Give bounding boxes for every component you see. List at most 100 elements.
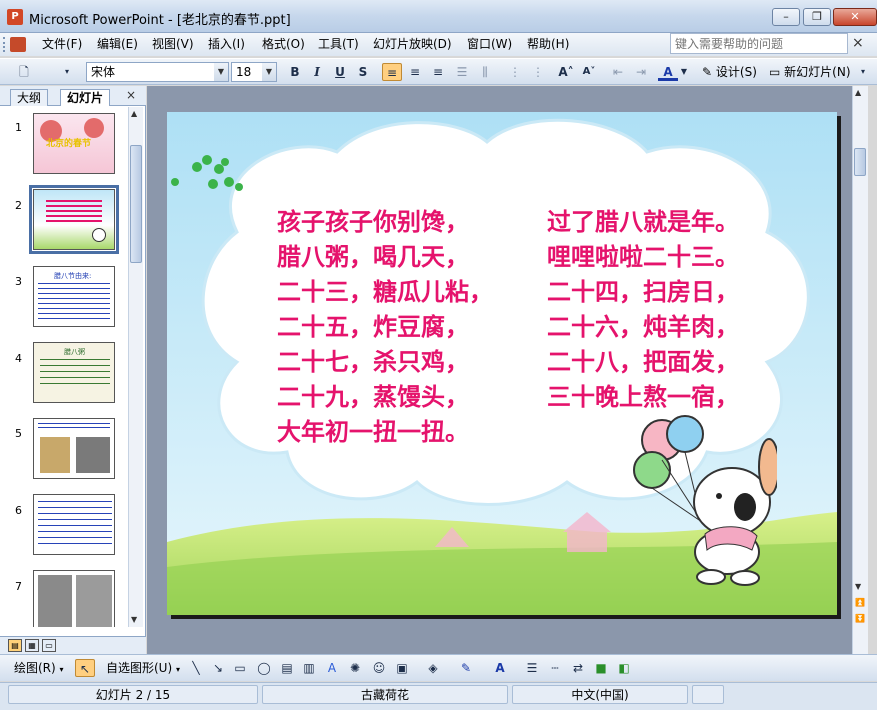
- font-size-select[interactable]: 18 ▼: [231, 62, 277, 82]
- italic-button[interactable]: I: [307, 63, 327, 81]
- menu-format[interactable]: 格式(O): [258, 36, 309, 53]
- line-icon[interactable]: ╲: [186, 659, 206, 677]
- chevron-down-icon[interactable]: ▼: [679, 63, 689, 81]
- poem-right: 二十八，把面发，: [547, 347, 739, 376]
- scrollbar-thumb[interactable]: [854, 148, 866, 176]
- slide-sorter-icon[interactable]: ▦: [25, 639, 39, 652]
- oval-icon[interactable]: ◯: [254, 659, 274, 677]
- slides-pane: 大纲 幻灯片 × 1 北京的春节 2 3 腊八节由来: 4 腊八粥 5 6 7 …: [0, 86, 146, 654]
- close-button[interactable]: ✕: [833, 8, 877, 26]
- wordart-icon[interactable]: A: [322, 659, 342, 677]
- font-color-icon[interactable]: A: [490, 659, 510, 677]
- thumbnail-scrollbar[interactable]: ▲ ▼: [128, 107, 143, 627]
- arrow-style-icon[interactable]: ⇄: [568, 659, 588, 677]
- distribute-icon[interactable]: ⫼: [475, 63, 495, 81]
- decrease-font-icon[interactable]: A˅: [579, 63, 599, 81]
- decrease-indent-icon[interactable]: ⇤: [608, 63, 628, 81]
- line-color-icon[interactable]: ✎: [456, 659, 476, 677]
- slideshow-icon[interactable]: ▭: [42, 639, 56, 652]
- menubar-grip[interactable]: [3, 37, 6, 52]
- menu-tools[interactable]: 工具(T): [314, 36, 363, 53]
- line-style-icon[interactable]: ☰: [522, 659, 542, 677]
- font-color-button[interactable]: A: [658, 63, 678, 81]
- scroll-down-icon[interactable]: ▼: [131, 615, 137, 624]
- slide-thumbnail-7[interactable]: [33, 570, 115, 627]
- 3d-style-icon[interactable]: ◧: [614, 659, 634, 677]
- thumbnail-number: 4: [15, 352, 22, 365]
- numbered-list-icon[interactable]: ⋮: [505, 63, 525, 81]
- tab-outline[interactable]: 大纲: [10, 89, 49, 106]
- diagram-icon[interactable]: ✺: [345, 659, 365, 677]
- minimize-button[interactable]: –: [772, 8, 800, 26]
- picture-icon[interactable]: ▣: [392, 659, 412, 677]
- shadow-button[interactable]: S: [353, 63, 373, 81]
- clipart-icon[interactable]: ☺: [369, 659, 389, 677]
- font-name-value: 宋体: [91, 65, 116, 79]
- menu-edit[interactable]: 编辑(E): [93, 36, 142, 53]
- increase-indent-icon[interactable]: ⇥: [631, 63, 651, 81]
- menu-slideshow[interactable]: 幻灯片放映(D): [369, 36, 456, 53]
- new-slide-button[interactable]: ▭ 新幻灯片(N): [767, 63, 851, 81]
- underline-button[interactable]: U: [330, 63, 350, 81]
- textbox-icon[interactable]: ▤: [277, 659, 297, 677]
- document-icon[interactable]: [10, 37, 26, 52]
- current-slide[interactable]: 孩子孩子你别馋， 过了腊八就是年。 腊八粥，喝几天， 哩哩啦啦二十三。 二十三，糖瓜…: [167, 112, 837, 615]
- help-search-input[interactable]: [670, 33, 848, 54]
- chevron-down-icon[interactable]: ▼: [214, 63, 228, 81]
- poem-line: 孩子孩子你别馋， 过了腊八就是年。: [277, 204, 787, 239]
- bold-button[interactable]: B: [285, 63, 305, 81]
- autoshapes-button[interactable]: 自选图形(U) ▾: [104, 659, 180, 677]
- poem-left: 二十七，杀只鸡，: [277, 347, 469, 376]
- poem-line: 二十三，糖瓜儿粘， 二十四，扫房日，: [277, 274, 787, 309]
- window-title: Microsoft PowerPoint - [老北京的春节.ppt]: [29, 13, 291, 28]
- toolbar-options-icon[interactable]: ▾: [60, 63, 74, 81]
- powerpoint-app-icon[interactable]: P: [7, 9, 23, 25]
- pane-tabs: 大纲 幻灯片 ×: [0, 86, 146, 106]
- previous-slide-icon[interactable]: ⏫: [855, 598, 865, 607]
- menu-insert[interactable]: 插入(I): [204, 36, 249, 53]
- increase-font-icon[interactable]: A˄: [556, 63, 576, 81]
- align-right-icon[interactable]: ≡: [428, 63, 448, 81]
- slide-thumbnail-3[interactable]: 腊八节由来:: [33, 266, 115, 327]
- select-objects-icon[interactable]: ↖: [75, 659, 95, 677]
- font-name-select[interactable]: 宋体 ▼: [86, 62, 229, 82]
- restore-button[interactable]: ❐: [803, 8, 831, 26]
- draw-menu-button[interactable]: 绘图(R) ▾: [12, 659, 64, 677]
- menu-view[interactable]: 视图(V): [148, 36, 198, 53]
- tab-slides[interactable]: 幻灯片: [60, 89, 111, 106]
- document-close-button[interactable]: ×: [852, 35, 864, 51]
- dash-style-icon[interactable]: ┄: [545, 659, 565, 677]
- justify-icon[interactable]: ☰: [452, 63, 472, 81]
- next-slide-icon[interactable]: ⏬: [855, 614, 865, 623]
- align-left-icon[interactable]: ≡: [382, 63, 402, 81]
- scroll-up-icon[interactable]: ▲: [131, 109, 137, 118]
- slide-thumbnail-2[interactable]: [29, 185, 119, 254]
- arrow-icon[interactable]: ↘: [208, 659, 228, 677]
- poem-right: 三十晚上熬一宿，: [547, 382, 739, 411]
- menu-window[interactable]: 窗口(W): [463, 36, 516, 53]
- vertical-textbox-icon[interactable]: ▥: [299, 659, 319, 677]
- design-button[interactable]: ✎ 设计(S): [700, 63, 757, 81]
- poem-text-box[interactable]: 孩子孩子你别馋， 过了腊八就是年。 腊八粥，喝几天， 哩哩啦啦二十三。 二十三，糖瓜…: [277, 204, 787, 449]
- fill-color-icon[interactable]: ◈: [423, 659, 443, 677]
- menu-help[interactable]: 帮助(H): [523, 36, 573, 53]
- slide-thumbnail-6[interactable]: [33, 494, 115, 555]
- scroll-down-icon[interactable]: ▼: [855, 582, 861, 591]
- chevron-down-icon[interactable]: ▼: [262, 63, 276, 81]
- slide-scrollbar[interactable]: ▲ ▼ ⏫ ⏬: [852, 86, 868, 654]
- bullet-list-icon[interactable]: ⋮: [528, 63, 548, 81]
- thumbnail-number: 3: [15, 275, 22, 288]
- shadow-style-icon[interactable]: ■: [591, 659, 611, 677]
- new-document-icon[interactable]: 🗋: [14, 63, 34, 81]
- scrollbar-thumb[interactable]: [130, 145, 142, 263]
- scroll-up-icon[interactable]: ▲: [855, 88, 861, 97]
- pane-close-icon[interactable]: ×: [126, 88, 136, 102]
- rectangle-icon[interactable]: ▭: [230, 659, 250, 677]
- align-center-icon[interactable]: ≡: [405, 63, 425, 81]
- slide-thumbnail-4[interactable]: 腊八粥: [33, 342, 115, 403]
- normal-view-icon[interactable]: ▤: [8, 639, 22, 652]
- slide-thumbnail-1[interactable]: 北京的春节: [33, 113, 115, 174]
- toolbar-options-icon[interactable]: ▾: [856, 63, 870, 81]
- slide-thumbnail-5[interactable]: [33, 418, 115, 479]
- menu-file[interactable]: 文件(F): [38, 36, 86, 53]
